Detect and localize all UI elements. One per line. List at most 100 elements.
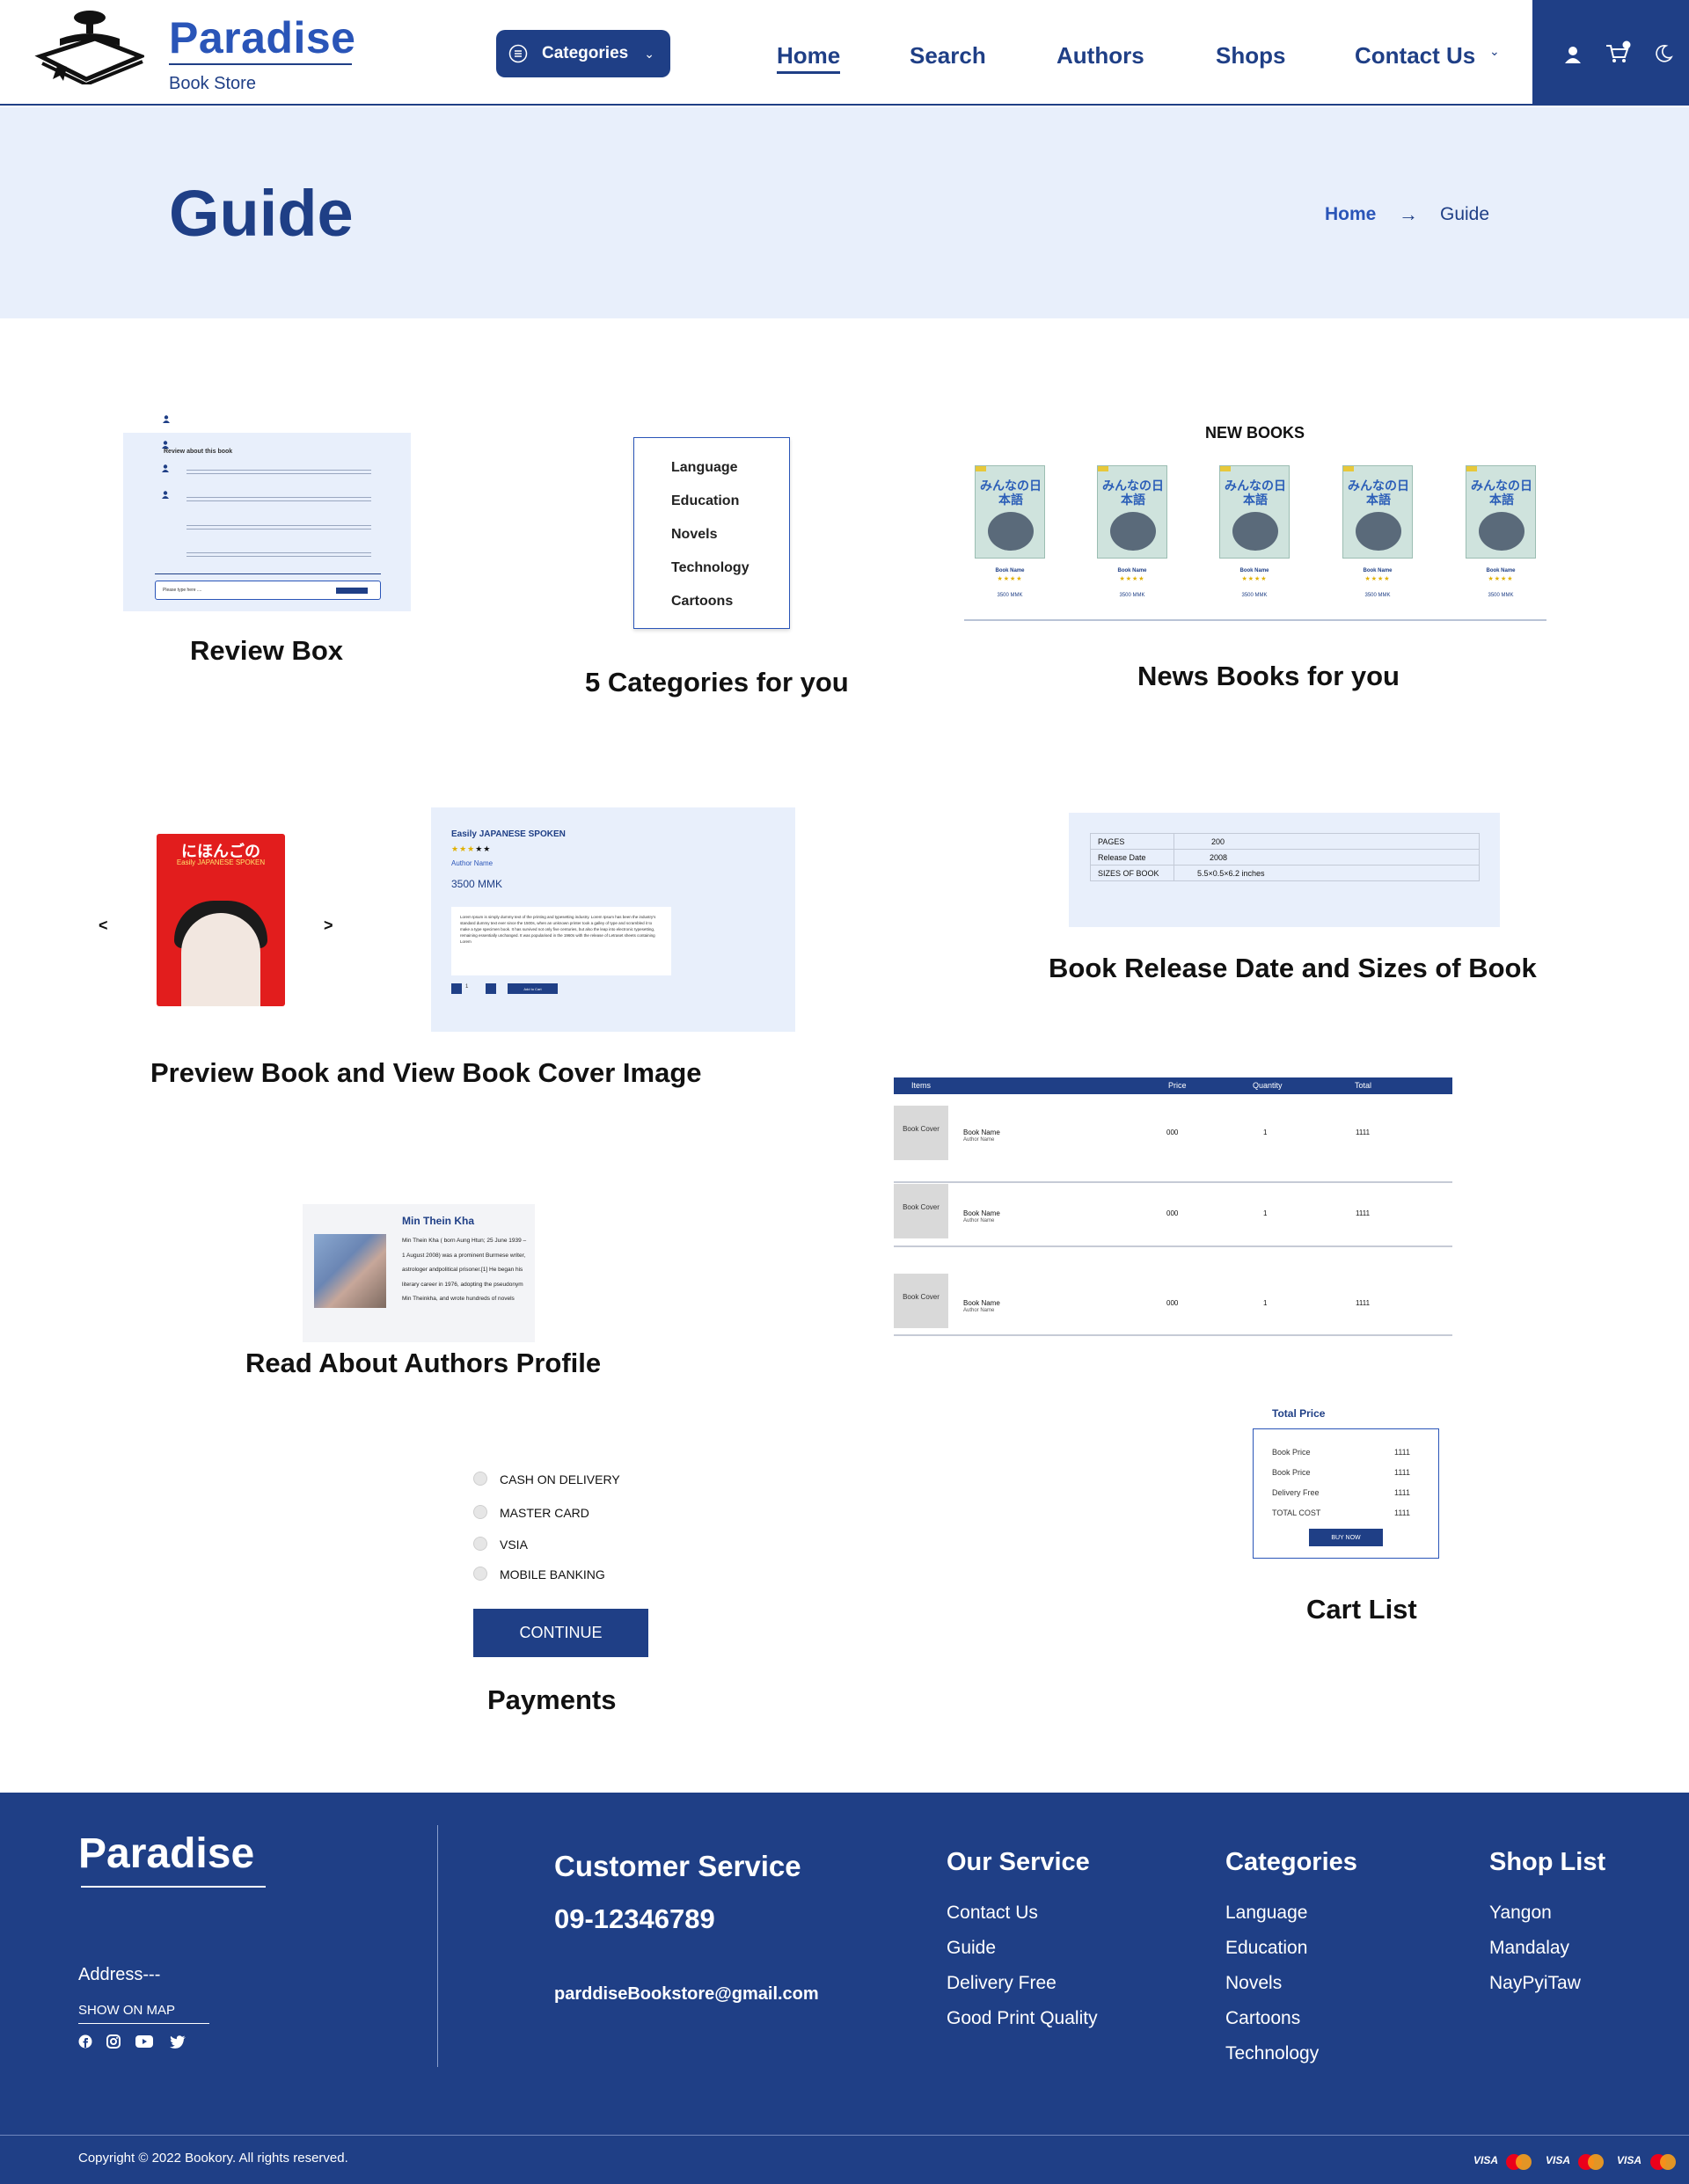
book-cover[interactable]: みんなの日本語 (1097, 465, 1167, 559)
our-service-heading: Our Service (947, 1848, 1090, 1876)
payment-radio-mobile-banking[interactable] (473, 1567, 487, 1581)
book-name: Book Name (1363, 568, 1393, 573)
mastercard-logo-icon (1578, 2154, 1605, 2170)
book-details-table: PAGES 200 Release Date 2008 SIZES OF BOO… (1090, 833, 1480, 881)
detail-value: 200 (1174, 833, 1480, 850)
author-name[interactable]: Min Thein Kha (402, 1215, 474, 1227)
brand-title[interactable]: Paradise (169, 12, 355, 63)
category-language[interactable]: Language (671, 460, 738, 476)
prev-arrow-button[interactable]: < (99, 917, 108, 935)
youtube-icon[interactable] (135, 2035, 153, 2048)
visa-logo-icon: VISA (1546, 2154, 1571, 2166)
customer-service-phone[interactable]: 09-12346789 (554, 1903, 715, 1935)
book-cover-placeholder[interactable]: Book Cover (894, 1106, 948, 1160)
book-cover[interactable]: みんなの日本語 (1342, 465, 1413, 559)
qty-value[interactable]: 1 (465, 984, 468, 990)
detail-value: 2008 (1174, 849, 1480, 866)
shop-yangon[interactable]: Yangon (1489, 1903, 1552, 1924)
preview-book-title: Easily JAPANESE SPOKEN (451, 829, 566, 839)
book-logo-icon[interactable] (33, 9, 144, 84)
book-name: Book Name (1239, 568, 1269, 573)
book-card[interactable]: みんなの日本語 Book Name ★★★★ 3500 MMK (1466, 460, 1536, 601)
book-card[interactable]: みんなの日本語 Book Name ★★★★ 3500 MMK (1342, 460, 1413, 601)
author-bio: Min Thein Kha ( born Aung Htun; 25 June … (402, 1238, 527, 1302)
review-text-line (186, 497, 371, 498)
continue-label: CONTINUE (519, 1624, 603, 1641)
header-actions (1532, 0, 1689, 106)
footer-link-delivery-free[interactable]: Delivery Free (947, 1973, 1057, 1994)
table-row: SIZES OF BOOK 5.5×0.5×6.2 inches (1090, 865, 1480, 881)
book-cover[interactable]: みんなの日本語 (1466, 465, 1536, 559)
user-icon[interactable] (1564, 46, 1582, 63)
book-card[interactable]: みんなの日本語 Book Name ★★★★ 3500 MMK (975, 460, 1045, 601)
category-novels[interactable]: Novels (671, 527, 717, 543)
cart-quantity[interactable]: 1 (1263, 1129, 1267, 1136)
book-cover[interactable]: みんなの日本語 (975, 465, 1045, 559)
footer-link-contact-us[interactable]: Contact Us (947, 1903, 1038, 1924)
footer-category-language[interactable]: Language (1225, 1903, 1307, 1924)
payment-radio-mastercard[interactable] (473, 1505, 487, 1519)
book-price: 3500 MMK (997, 593, 1023, 598)
payment-option-label: CASH ON DELIVERY (500, 1472, 620, 1486)
customer-service-email[interactable]: parddiseBookstore@gmail.com (554, 1984, 819, 2005)
footer-link-good-print-quality[interactable]: Good Print Quality (947, 2008, 1098, 2029)
book-cover[interactable]: みんなの日本語 (1219, 465, 1290, 559)
payment-radio-cod[interactable] (473, 1472, 487, 1486)
visa-logo-icon: VISA (1473, 2154, 1499, 2166)
nav-search[interactable]: Search (910, 42, 986, 69)
cart-price: 000 (1166, 1129, 1179, 1136)
category-cartoons[interactable]: Cartoons (671, 594, 733, 610)
nav-authors[interactable]: Authors (1057, 42, 1144, 69)
new-books-caption: News Books for you (1137, 661, 1400, 691)
contact-chevron-down-icon[interactable]: ⌄ (1489, 44, 1500, 59)
footer-brand[interactable]: Paradise (78, 1830, 254, 1878)
dark-mode-moon-icon[interactable] (1654, 44, 1673, 63)
nav-home[interactable]: Home (777, 42, 841, 74)
book-cover-placeholder[interactable]: Book Cover (894, 1274, 948, 1328)
footer-category-cartoons[interactable]: Cartoons (1225, 2008, 1300, 2029)
category-technology[interactable]: Technology (671, 560, 749, 576)
book-cover-placeholder[interactable]: Book Cover (894, 1184, 948, 1238)
buy-now-label: BUY NOW (1331, 1534, 1361, 1541)
breadcrumb-home[interactable]: Home (1325, 204, 1376, 225)
nav-contact-us[interactable]: Contact Us (1355, 42, 1475, 69)
footer-category-technology[interactable]: Technology (1225, 2043, 1319, 2064)
cart-row: Book Cover Book Name Author Name 000 1 1… (894, 1166, 1452, 1247)
preview-author[interactable]: Author Name (451, 859, 493, 867)
twitter-icon[interactable] (170, 2035, 186, 2049)
cart-quantity[interactable]: 1 (1263, 1209, 1267, 1217)
review-input[interactable]: Please type here .... (155, 581, 381, 600)
categories-dropdown-button[interactable]: Categories ⌄ (496, 30, 670, 77)
add-to-cart-button[interactable]: Add to Cart (508, 983, 558, 994)
cart-icon[interactable] (1605, 40, 1631, 65)
review-text-line (186, 529, 371, 530)
footer-category-education[interactable]: Education (1225, 1938, 1307, 1959)
footer-divider (437, 1825, 438, 2067)
footer-link-guide[interactable]: Guide (947, 1938, 996, 1959)
book-card[interactable]: みんなの日本語 Book Name ★★★★ 3500 MMK (1219, 460, 1290, 601)
category-education[interactable]: Education (671, 493, 739, 509)
instagram-icon[interactable] (106, 2034, 121, 2049)
continue-button[interactable]: CONTINUE (473, 1609, 648, 1657)
cart-quantity[interactable]: 1 (1263, 1299, 1267, 1307)
categories-caption: 5 Categories for you (585, 667, 849, 698)
show-on-map-link[interactable]: SHOW ON MAP (78, 2003, 209, 2024)
book-cover-image[interactable]: にほんごの Easily JAPANESE SPOKEN (157, 834, 285, 1006)
nav-shops[interactable]: Shops (1216, 42, 1285, 69)
qty-minus-button[interactable] (451, 983, 462, 994)
customer-service-heading: Customer Service (554, 1850, 801, 1882)
site-header: Paradise Book Store Categories ⌄ Home Se… (0, 0, 1689, 106)
categories-button-label: Categories (542, 44, 629, 62)
total-row-label: Book Price (1272, 1448, 1311, 1457)
book-card[interactable]: みんなの日本語 Book Name ★★★★ 3500 MMK (1097, 460, 1167, 601)
footer-category-novels[interactable]: Novels (1225, 1973, 1282, 1994)
next-arrow-button[interactable]: > (324, 917, 333, 935)
payment-radio-visa[interactable] (473, 1537, 487, 1551)
shop-naypyitaw[interactable]: NayPyiTaw (1489, 1973, 1581, 1994)
facebook-icon[interactable] (78, 2034, 92, 2049)
shop-mandalay[interactable]: Mandalay (1489, 1938, 1569, 1959)
qty-plus-button[interactable] (486, 983, 496, 994)
review-submit-button[interactable] (336, 588, 368, 594)
buy-now-button[interactable]: BUY NOW (1309, 1529, 1383, 1546)
author-photo[interactable] (314, 1234, 386, 1308)
